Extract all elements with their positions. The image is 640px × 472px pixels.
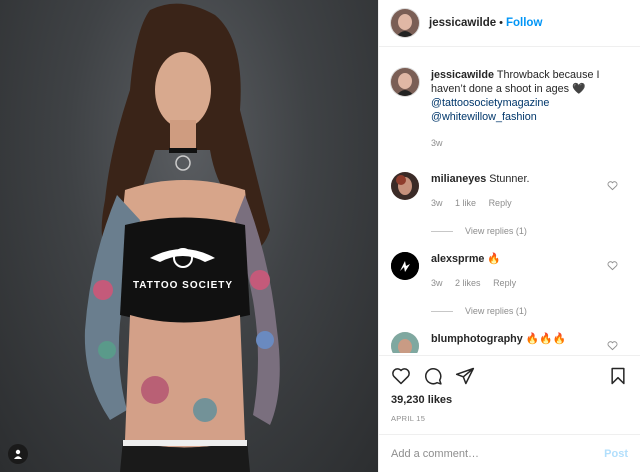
commenter-username[interactable]: alexsprme (431, 253, 484, 265)
comment-text: 🔥 (487, 253, 501, 265)
comment-likes[interactable]: 2 likes (455, 278, 481, 288)
view-replies-label: View replies (1) (465, 226, 527, 236)
bookmark-icon[interactable] (608, 366, 628, 386)
comment-likes[interactable]: 1 like (455, 198, 476, 208)
commenter-avatar[interactable] (391, 172, 419, 200)
user-tag-icon (14, 449, 22, 459)
mention-link[interactable]: @whitewillow_fashion (431, 111, 537, 123)
caption: jessicawilde Throwback because I haven’t… (391, 68, 628, 150)
post-photo[interactable]: TATTOO SOCIETY (0, 0, 378, 472)
replies-line (431, 230, 453, 232)
mention-link[interactable]: @tattoosocietymagazine (431, 97, 549, 109)
comment-input[interactable]: Add a comment… (391, 448, 604, 460)
post-sidebar: jessicawilde • Follow jessicawilde Throw… (378, 0, 640, 472)
caption-avatar[interactable] (391, 68, 419, 96)
caption-age[interactable]: 3w (431, 138, 443, 148)
paper-plane-icon[interactable] (455, 366, 475, 386)
reply-button[interactable]: Reply (493, 278, 516, 288)
comments-list[interactable]: jessicawilde Throwback because I haven’t… (379, 58, 640, 353)
commenter-avatar[interactable] (391, 332, 419, 353)
commenter-username[interactable]: blumphotography (431, 333, 523, 345)
post-comment-button[interactable]: Post (604, 448, 628, 460)
replies-line (431, 310, 453, 312)
comment-item: blumphotography 🔥🔥🔥 (391, 332, 628, 353)
comment-like-icon[interactable] (607, 180, 618, 191)
comment-item: alexsprme 🔥 3w 2 likes Reply (391, 252, 628, 290)
commenter-avatar[interactable] (391, 252, 419, 280)
author-username[interactable]: jessicawilde (429, 17, 496, 29)
comment-text: Stunner. (489, 173, 530, 185)
reply-button[interactable]: Reply (489, 198, 512, 208)
caption-username[interactable]: jessicawilde (431, 69, 494, 81)
view-replies-button[interactable]: View replies (1) (431, 226, 628, 236)
shirt-text: TATTOO SOCIETY (133, 280, 233, 291)
view-replies-label: View replies (1) (465, 306, 527, 316)
comment-age[interactable]: 3w (431, 278, 443, 288)
follow-button[interactable]: Follow (506, 17, 542, 29)
comment-like-icon[interactable] (607, 260, 618, 271)
user-tag-button[interactable] (8, 444, 28, 464)
heart-icon[interactable] (391, 366, 411, 386)
comment-text: 🔥🔥🔥 (525, 333, 567, 345)
comment-age[interactable]: 3w (431, 198, 443, 208)
model-figure: TATTOO SOCIETY (84, 3, 280, 472)
post-actions: 39,230 likes APRIL 15 (379, 355, 640, 425)
commenter-username[interactable]: milianeyes (431, 173, 486, 185)
comment-like-icon[interactable] (607, 340, 618, 351)
comment-icon[interactable] (423, 366, 443, 386)
author-avatar[interactable] (391, 9, 419, 37)
likes-count[interactable]: 39,230 likes (391, 394, 628, 406)
post-header: jessicawilde • Follow (379, 0, 640, 47)
view-replies-button[interactable]: View replies (1) (431, 306, 628, 316)
post-date[interactable]: APRIL 15 (391, 414, 628, 423)
add-comment-bar: Add a comment… Post (379, 434, 640, 472)
separator-dot: • (499, 17, 503, 29)
comment-item: milianeyes Stunner. 3w 1 like Reply (391, 172, 628, 210)
